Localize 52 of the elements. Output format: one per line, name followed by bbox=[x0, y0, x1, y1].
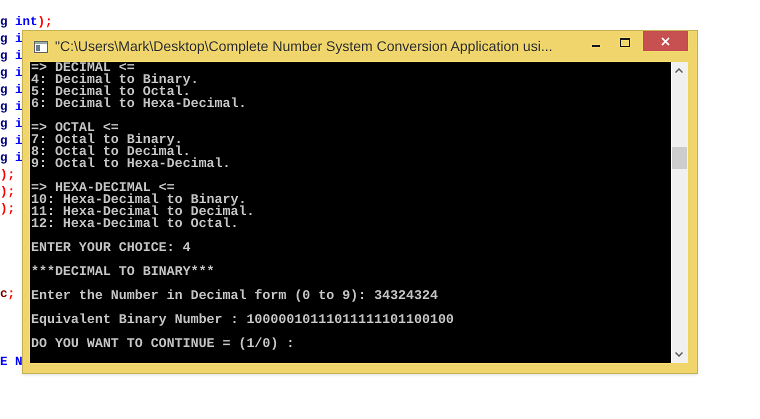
console-line: Enter the Number in Decimal form (0 to 9): 34324324 bbox=[31, 290, 439, 302]
code-text: g bbox=[0, 48, 9, 65]
console-icon bbox=[34, 40, 48, 52]
code-text: g bbox=[0, 31, 9, 48]
console-line: 11: Hexa-Decimal to Decimal. bbox=[31, 206, 256, 218]
code-text: i bbox=[15, 116, 23, 133]
scroll-down-icon[interactable] bbox=[675, 352, 683, 357]
console-line: 9: Octal to Hexa-Decimal. bbox=[31, 158, 232, 170]
console-line: => OCTAL <= bbox=[31, 122, 120, 134]
code-text: ); bbox=[0, 184, 16, 201]
minimize-icon[interactable] bbox=[592, 44, 602, 48]
code-text: g bbox=[0, 14, 9, 31]
code-text: i bbox=[15, 133, 23, 150]
console-line: 5: Decimal to Octal. bbox=[31, 86, 191, 98]
console-line: Equivalent Binary Number : 10000010111011111101100100 bbox=[31, 314, 455, 326]
code-text: g bbox=[0, 150, 9, 167]
code-text: i bbox=[15, 65, 23, 82]
console-line: => HEXA-DECIMAL <= bbox=[31, 182, 175, 194]
code-text: i bbox=[15, 82, 23, 99]
console-line: ***DECIMAL TO BINARY*** bbox=[31, 266, 216, 278]
scroll-thumb[interactable] bbox=[672, 147, 687, 169]
console-line: DO YOU WANT TO CONTINUE = (1/0) : bbox=[31, 338, 296, 350]
code-text: ); bbox=[38, 14, 53, 31]
console-line: 4: Decimal to Binary. bbox=[31, 74, 200, 86]
console-line: => DECIMAL <= bbox=[31, 62, 136, 74]
code-text: ; bbox=[8, 286, 16, 303]
scroll-up-icon[interactable] bbox=[675, 68, 683, 73]
console-line: 7: Octal to Binary. bbox=[31, 134, 183, 146]
code-text: i bbox=[15, 150, 23, 167]
code-text: g bbox=[0, 99, 9, 116]
code-text: i bbox=[15, 31, 23, 48]
code-text: i bbox=[15, 99, 23, 116]
console-line: 6: Decimal to Hexa-Decimal. bbox=[31, 98, 248, 110]
console-line: ENTER YOUR CHOICE: 4 bbox=[31, 242, 192, 254]
console-line: 10: Hexa-Decimal to Binary. bbox=[31, 194, 246, 206]
code-text: E N bbox=[0, 354, 23, 371]
close-button[interactable] bbox=[643, 31, 688, 51]
code-text: g bbox=[0, 133, 9, 150]
scrollbar[interactable] bbox=[671, 62, 688, 363]
code-text: int bbox=[15, 14, 38, 31]
console-line: 12: Hexa-Decimal to Octal. bbox=[31, 218, 240, 230]
close-icon bbox=[661, 36, 670, 46]
code-text: i bbox=[15, 48, 23, 65]
code-text: ); bbox=[0, 201, 16, 218]
code-text: g bbox=[0, 116, 9, 133]
window-title: "C:\Users\Mark\Desktop\Complete Number System Conversion Application usi... bbox=[55, 37, 552, 56]
code-text: g bbox=[0, 65, 9, 82]
maximize-icon[interactable] bbox=[620, 38, 630, 47]
code-text: g bbox=[0, 82, 9, 99]
console-line: 8: Octal to Decimal. bbox=[31, 146, 191, 158]
code-text: ); bbox=[0, 167, 16, 184]
code-text: c bbox=[0, 286, 8, 303]
